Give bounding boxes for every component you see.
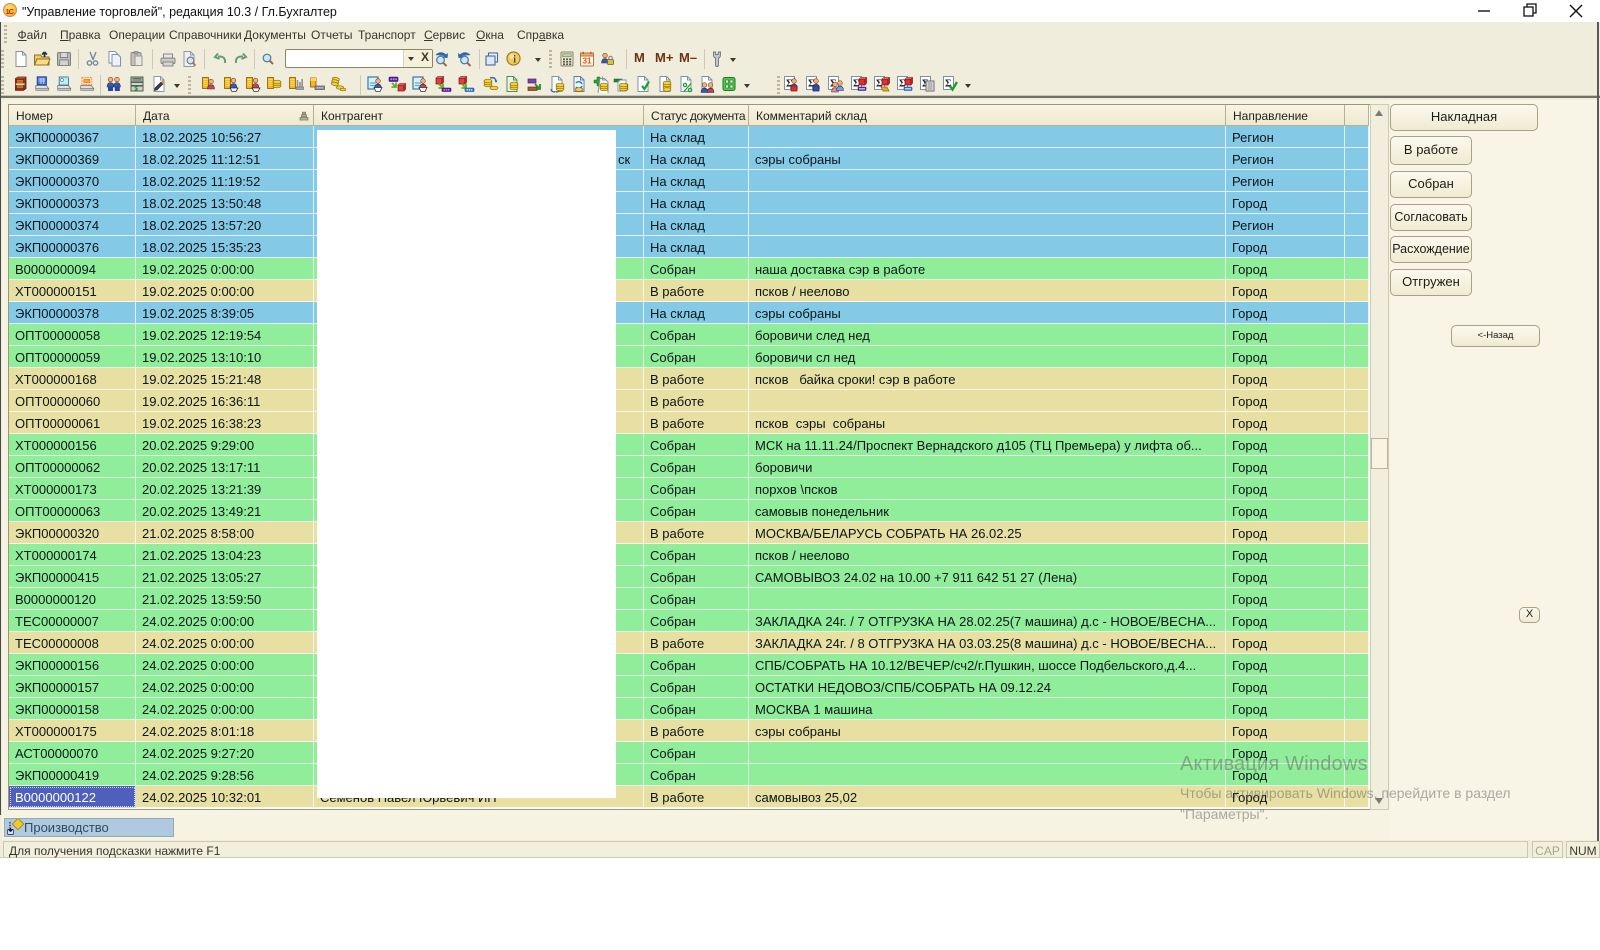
- svg-text:31: 31: [583, 57, 592, 66]
- svg-text:i: i: [513, 55, 516, 66]
